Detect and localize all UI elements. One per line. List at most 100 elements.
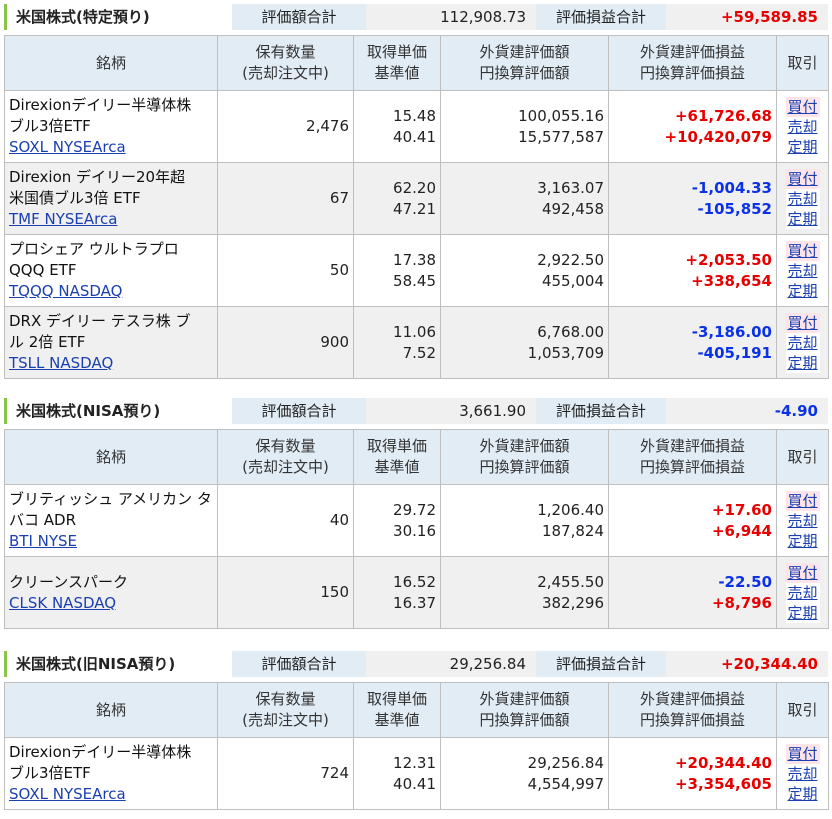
stock-name-line: Direxionデイリー半導体株 — [9, 743, 192, 761]
summary-eval-label: 評価額合計 — [232, 398, 366, 424]
ticker-link[interactable]: CLSK NASDAQ — [9, 594, 116, 612]
valuation-jpy: 382,296 — [541, 593, 604, 612]
base-price: 40.41 — [393, 774, 436, 793]
header-cost-line2: 基準値 — [374, 711, 420, 729]
recurring-link[interactable]: 定期 — [785, 602, 820, 623]
header-name: 銘柄 — [4, 682, 218, 738]
trade-actions-cell: 買付 売却 定期 — [776, 484, 829, 557]
ticker-link[interactable]: SOXL NYSEArca — [9, 785, 126, 803]
acquisition-price: 15.48 — [393, 106, 436, 125]
stock-name-cell: プロシェア ウルトラプロ QQQ ETF TQQQ NASDAQ — [4, 234, 218, 307]
header-pl-line1: 外貨建評価損益 — [639, 437, 745, 455]
header-cost: 取得単価 基準値 — [353, 429, 441, 485]
summary-eval-total: 3,661.90 — [366, 398, 536, 424]
sell-link[interactable]: 売却 — [785, 582, 820, 603]
header-value-line2: 円換算評価額 — [479, 64, 570, 82]
stock-name-line: ブリティッシュ アメリカン タ — [9, 490, 212, 508]
buy-link[interactable]: 買付 — [785, 96, 820, 117]
trade-actions-cell: 買付 売却 定期 — [776, 90, 829, 163]
valuation-cell: 2,922.50 455,004 — [440, 234, 609, 307]
holdings-table: 銘柄 保有数量 (売却注文中) 取得単価 基準値 外貨建評価額 円換算評価額 外貨建評価損益円… — [4, 35, 829, 379]
recurring-link[interactable]: 定期 — [785, 352, 820, 373]
header-qty-line2: (売却注文中) — [242, 711, 329, 729]
base-price: 30.16 — [393, 521, 436, 540]
quantity-cell: 2,476 — [217, 90, 354, 163]
buy-link[interactable]: 買付 — [785, 312, 820, 333]
ticker-link[interactable]: SOXL NYSEArca — [9, 138, 126, 156]
profit-loss-jpy: +3,354,605 — [674, 774, 772, 793]
profit-loss-cell: -3,186.00 -405,191 — [608, 306, 777, 379]
header-value: 外貨建評価額 円換算評価額 — [440, 35, 609, 91]
base-price: 58.45 — [393, 271, 436, 290]
trade-actions-cell: 買付 売却 定期 — [776, 234, 829, 307]
section-title: 米国株式(特定預り) — [4, 4, 150, 30]
table-row: Direxionデイリー半導体株 ブル3倍ETF SOXL NYSEArca 724 1… — [4, 737, 829, 810]
ticker-link[interactable]: TQQQ NASDAQ — [9, 282, 122, 300]
header-cost-line1: 取得単価 — [366, 437, 427, 455]
header-pl-line2: 円換算評価損益 — [639, 711, 745, 729]
summary-bar: 米国株式(旧NISA預り) 評価額合計 29,256.84 評価損益合計 +20,344… — [4, 651, 828, 677]
header-name: 銘柄 — [4, 35, 218, 91]
table-row: Direxionデイリー半導体株 ブル3倍ETF SOXL NYSEArca 2,47… — [4, 90, 829, 163]
sell-link[interactable]: 売却 — [785, 510, 820, 531]
base-price: 40.41 — [393, 127, 436, 146]
sell-link[interactable]: 売却 — [785, 260, 820, 281]
profit-loss-fx: +20,344.40 — [674, 753, 772, 772]
holdings-section-0: 米国株式(特定預り) 評価額合計 112,908.73 評価損益合計 +59,589.8… — [4, 4, 829, 379]
recurring-link[interactable]: 定期 — [785, 783, 820, 804]
buy-link[interactable]: 買付 — [785, 490, 820, 511]
sell-link[interactable]: 売却 — [785, 763, 820, 784]
header-cost: 取得単価 基準値 — [353, 682, 441, 738]
header-value: 外貨建評価額 円換算評価額 — [440, 429, 609, 485]
acquisition-price: 29.72 — [393, 500, 436, 519]
profit-loss-jpy: +10,420,079 — [664, 127, 772, 146]
header-qty-line2: (売却注文中) — [242, 458, 329, 476]
buy-link[interactable]: 買付 — [785, 562, 820, 583]
stock-name-line: ル 2倍 ETF — [9, 333, 86, 351]
header-cost-line2: 基準値 — [374, 64, 420, 82]
recurring-link[interactable]: 定期 — [785, 136, 820, 157]
profit-loss-jpy: -105,852 — [697, 199, 772, 218]
stock-name-line: クリーンスパーク — [9, 572, 128, 591]
stock-name-line: Direxion デイリー20年超 — [9, 168, 186, 186]
summary-pl-total: +20,344.40 — [666, 651, 828, 677]
header-pl-line2: 円換算評価損益 — [639, 64, 745, 82]
ticker-link[interactable]: BTI NYSE — [9, 532, 77, 550]
profit-loss-jpy: -405,191 — [697, 343, 772, 362]
table-row: DRX デイリー テスラ株 ブル 2倍 ETF TSLL NASDAQ 900 11.… — [4, 306, 829, 379]
header-qty: 保有数量 (売却注文中) — [217, 682, 354, 738]
recurring-link[interactable]: 定期 — [785, 530, 820, 551]
sell-link[interactable]: 売却 — [785, 332, 820, 353]
summary-eval-total: 29,256.84 — [366, 651, 536, 677]
recurring-link[interactable]: 定期 — [785, 280, 820, 301]
summary-pl-label: 評価損益合計 — [536, 4, 666, 30]
table-row: プロシェア ウルトラプロ QQQ ETF TQQQ NASDAQ 50 17.38 58.… — [4, 234, 829, 307]
profit-loss-fx: +61,726.68 — [674, 106, 772, 125]
header-trade: 取引 — [776, 35, 829, 91]
header-pl: 外貨建評価損益 円換算評価損益 — [608, 35, 777, 91]
buy-link[interactable]: 買付 — [785, 743, 820, 764]
summary-bar: 米国株式(NISA預り) 評価額合計 3,661.90 評価損益合計 -4.90 — [4, 398, 828, 424]
header-cost-line1: 取得単価 — [366, 43, 427, 61]
sell-link[interactable]: 売却 — [785, 116, 820, 137]
cost-cell: 11.06 7.52 — [353, 306, 441, 379]
base-price: 7.52 — [402, 343, 436, 362]
recurring-link[interactable]: 定期 — [785, 208, 820, 229]
valuation-jpy: 15,577,587 — [518, 127, 604, 146]
quantity-cell: 724 — [217, 737, 354, 810]
buy-link[interactable]: 買付 — [785, 168, 820, 189]
buy-link[interactable]: 買付 — [785, 240, 820, 261]
cost-cell: 16.52 16.37 — [353, 556, 441, 629]
valuation-fx: 2,922.50 — [537, 250, 604, 269]
profit-loss-cell: +17.60 +6,944 — [608, 484, 777, 557]
profit-loss-fx: -22.50 — [718, 572, 772, 591]
profit-loss-fx: -1,004.33 — [691, 178, 772, 197]
summary-eval-total: 112,908.73 — [366, 4, 536, 30]
ticker-link[interactable]: TMF NYSEArca — [9, 210, 117, 228]
stock-name-line: プロシェア ウルトラプロ — [9, 240, 179, 258]
summary-bar: 米国株式(特定預り) 評価額合計 112,908.73 評価損益合計 +59,589.8… — [4, 4, 828, 30]
valuation-cell: 1,206.40 187,824 — [440, 484, 609, 557]
ticker-link[interactable]: TSLL NASDAQ — [9, 354, 113, 372]
header-name: 銘柄 — [4, 429, 218, 485]
sell-link[interactable]: 売却 — [785, 188, 820, 209]
